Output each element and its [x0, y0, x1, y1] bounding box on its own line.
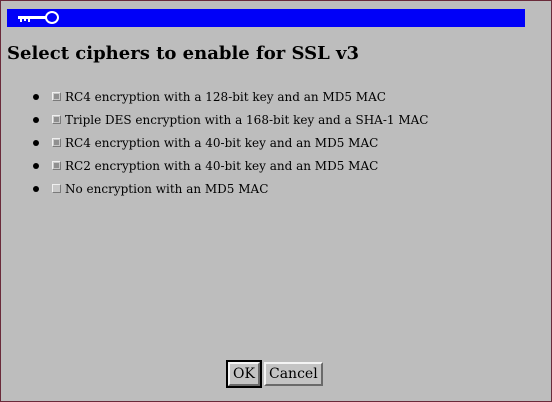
title-bar [7, 9, 525, 27]
cipher-option-rc2-40-md5[interactable]: RC2 encryption with a 40-bit key and an … [31, 154, 428, 177]
cipher-label: RC2 encryption with a 40-bit key and an … [65, 158, 379, 173]
bullet-icon [33, 185, 39, 192]
cipher-list: RC4 encryption with a 128-bit key and an… [31, 85, 428, 200]
cipher-checkbox[interactable] [52, 92, 61, 101]
cipher-label: Triple DES encryption with a 168-bit key… [65, 112, 429, 127]
bullet-icon [33, 116, 39, 123]
cipher-checkbox[interactable] [52, 115, 61, 124]
dialog-heading: Select ciphers to enable for SSL v3 [7, 43, 360, 64]
bullet-icon [33, 139, 39, 146]
bullet-icon [33, 162, 39, 169]
cipher-checkbox[interactable] [52, 161, 61, 170]
cipher-label: RC4 encryption with a 40-bit key and an … [65, 135, 379, 150]
cipher-label: No encryption with an MD5 MAC [65, 181, 269, 196]
key-icon [18, 11, 59, 24]
cipher-option-null-md5[interactable]: No encryption with an MD5 MAC [31, 177, 428, 200]
cipher-checkbox[interactable] [52, 184, 61, 193]
cancel-button[interactable]: Cancel [264, 362, 323, 386]
cipher-option-rc4-128-md5[interactable]: RC4 encryption with a 128-bit key and an… [31, 85, 428, 108]
ok-button[interactable]: OK [228, 362, 260, 386]
cipher-label: RC4 encryption with a 128-bit key and an… [65, 89, 386, 104]
cipher-option-3des-168-sha1[interactable]: Triple DES encryption with a 168-bit key… [31, 108, 428, 131]
bullet-icon [33, 93, 39, 100]
default-button-frame: OK [226, 360, 262, 388]
cipher-checkbox[interactable] [52, 138, 61, 147]
dialog-window: Select ciphers to enable for SSL v3 RC4 … [0, 0, 552, 402]
cipher-option-rc4-40-md5[interactable]: RC4 encryption with a 40-bit key and an … [31, 131, 428, 154]
